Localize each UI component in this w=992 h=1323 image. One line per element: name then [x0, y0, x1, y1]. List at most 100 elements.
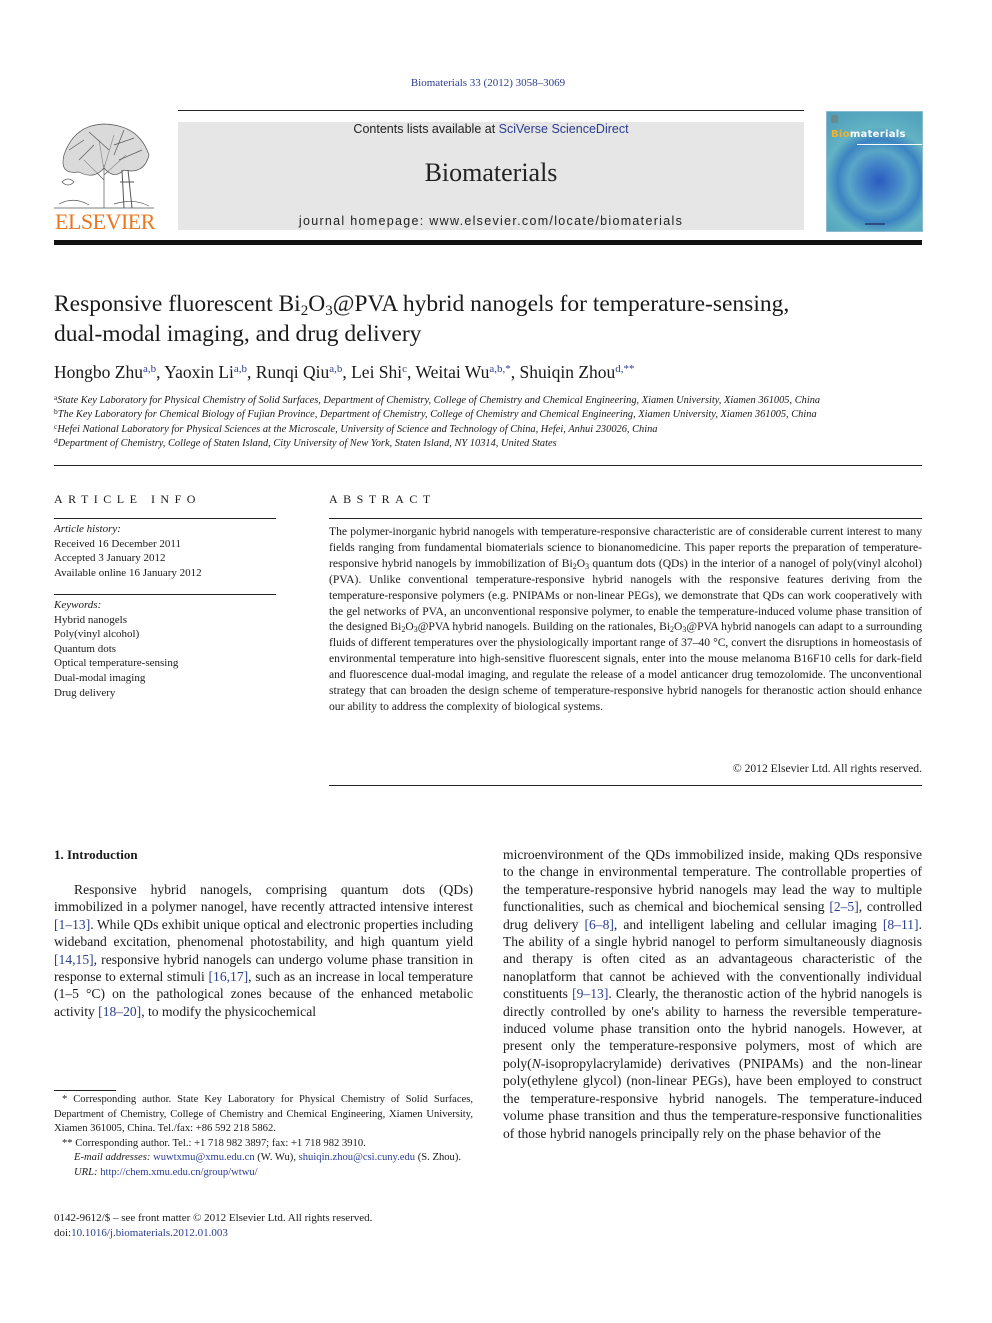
affiliation: cHefei National Laboratory for Physical …: [54, 422, 924, 437]
author: Runqi Qiua,b: [256, 362, 343, 382]
keyword: Poly(vinyl alcohol): [54, 628, 140, 641]
keyword: Drug delivery: [54, 686, 116, 699]
journal-reference[interactable]: Biomaterials 33 (2012) 3058–3069: [0, 77, 976, 89]
footnotes: * Corresponding author. State Key Labora…: [54, 1093, 473, 1181]
author: Lei Shic: [351, 362, 407, 382]
subscript: 2: [572, 561, 577, 571]
body-text-italic: N: [531, 1055, 541, 1071]
journal-homepage[interactable]: journal homepage: www.elsevier.com/locat…: [178, 214, 804, 228]
journal-masthead: Contents lists available at SciVerse Sci…: [178, 122, 804, 230]
doi-line: doi:10.1016/j.biomaterials.2012.01.003: [54, 1226, 473, 1241]
email-label: E-mail addresses:: [74, 1152, 151, 1164]
abstract-text: @PVA hybrid nanogels. Building on the ra…: [417, 620, 671, 634]
citation-link[interactable]: [6–8]: [584, 917, 613, 932]
article-info-rule: [54, 594, 276, 595]
article-history-label: Article history:: [54, 523, 121, 535]
history-item: Received 16 December 2011: [54, 537, 181, 550]
affiliation-text: State Key Laboratory for Physical Chemis…: [57, 395, 821, 406]
doi-prefix: doi:: [54, 1226, 72, 1239]
history-item: Accepted 3 January 2012: [54, 552, 166, 565]
journal-title: Biomaterials: [424, 158, 558, 187]
author-name: Yaoxin Li: [164, 362, 234, 382]
elsevier-tree-icon: [54, 123, 154, 209]
subscript: 2: [670, 625, 675, 635]
abstract-copyright: © 2012 Elsevier Ltd. All rights reserved…: [732, 762, 922, 775]
footnote-corresponding-2: ** Corresponding author. Tel.: +1 718 98…: [54, 1137, 473, 1152]
section-divider: [54, 465, 922, 466]
author: Yaoxin Lia,b: [164, 362, 247, 382]
footnote-rule: [54, 1090, 116, 1091]
affiliations: aState Key Laboratory for Physical Chemi…: [54, 394, 924, 451]
cover-title: Biomaterials: [831, 129, 906, 140]
keyword: Dual-modal imaging: [54, 671, 146, 684]
article-title: Responsive fluorescent Bi2O3@PVA hybrid …: [54, 289, 934, 349]
author-name: Runqi Qiu: [255, 362, 330, 382]
author-affiliation-mark[interactable]: a,b: [143, 363, 156, 375]
cover-rule: [857, 144, 922, 145]
author-affiliation-mark[interactable]: d,**: [615, 363, 634, 375]
footnote-mark: *: [62, 1094, 68, 1105]
footnote-text: Corresponding author. State Key Laborato…: [54, 1094, 473, 1135]
author-name: Lei Shi: [351, 362, 403, 382]
author-affiliation-mark[interactable]: a,b: [329, 363, 342, 375]
affiliation: aState Key Laboratory for Physical Chemi…: [54, 394, 924, 408]
header-top-rule: [178, 110, 804, 111]
cover-footer-mark: [865, 223, 885, 225]
url-label: URL:: [74, 1166, 98, 1178]
citation-link[interactable]: [9–13]: [572, 986, 608, 1001]
keywords: Keywords: Hybrid nanogels Poly(vinyl alc…: [54, 598, 276, 700]
citation-link[interactable]: [8–11]: [883, 917, 919, 932]
journal-cover-image: Biomaterials: [826, 111, 923, 232]
abstract-rule: [329, 785, 922, 786]
subscript: 3: [585, 561, 590, 571]
author-affiliation-mark[interactable]: a,b: [234, 363, 247, 375]
footnote-mark: **: [62, 1137, 73, 1149]
citation-link[interactable]: [18–20]: [98, 1004, 141, 1019]
front-matter: 0142-9612/$ – see front matter © 2012 El…: [54, 1211, 473, 1240]
author: Weitai Wua,b,*: [415, 362, 510, 382]
body-text: , to modify the physicochemical: [141, 1003, 317, 1019]
author-affiliation-mark[interactable]: a,b,*: [489, 363, 510, 375]
body-text: . While QDs exhibit unique optical and e…: [54, 916, 473, 950]
history-item: Available online 16 January 2012: [54, 566, 202, 579]
author: Hongbo Zhua,b: [54, 362, 156, 382]
elsevier-wordmark: ELSEVIER: [55, 209, 155, 234]
email-link[interactable]: wuwtxmu@xmu.edu.cn: [153, 1152, 255, 1163]
email-owner: (S. Zhou).: [415, 1152, 462, 1164]
keyword: Quantum dots: [54, 642, 117, 655]
author-name: Shuiqin Zhou: [519, 362, 616, 382]
cover-elsevier-icon: [831, 115, 838, 123]
contents-line: Contents lists available at SciVerse Sci…: [178, 122, 804, 136]
footnote-text: Corresponding author. Tel.: +1 718 982 3…: [75, 1137, 366, 1149]
subscript: 2: [401, 625, 406, 635]
abstract-rule: [329, 518, 922, 519]
title-text-line2: dual-modal imaging, and drug delivery: [54, 321, 422, 347]
introduction-left-column: Responsive hybrid nanogels, comprising q…: [54, 881, 473, 1020]
doi-link[interactable]: 10.1016/j.biomaterials.2012.01.003: [71, 1227, 228, 1239]
citation-link[interactable]: [2–5]: [829, 899, 858, 914]
introduction-heading: 1. Introduction: [54, 847, 138, 862]
email-owner: (W. Wu),: [254, 1152, 299, 1164]
author: Shuiqin Zhoud,**: [520, 362, 635, 382]
abstract-body: The polymer-inorganic hybrid nanogels wi…: [329, 525, 922, 713]
footnote-corresponding-1: * Corresponding author. State Key Labora…: [54, 1093, 473, 1137]
body-text: Responsive hybrid nanogels, comprising q…: [54, 882, 473, 915]
article-info-rule: [54, 518, 276, 519]
article-info-heading: ARTICLE INFO: [54, 492, 201, 506]
body-text: -isopropylacrylamide) derivatives (PNIPA…: [503, 1055, 922, 1141]
email-link[interactable]: shuiqin.zhou@csi.cuny.edu: [299, 1152, 415, 1163]
issn-line: 0142-9612/$ – see front matter © 2012 El…: [54, 1212, 373, 1224]
citation-link[interactable]: [14,15]: [54, 952, 94, 967]
url-link[interactable]: http://chem.xmu.edu.cn/group/wtwu/: [100, 1167, 257, 1178]
sciencedirect-link[interactable]: SciVerse ScienceDirect: [499, 122, 629, 136]
abstract-heading: ABSTRACT: [329, 492, 436, 506]
affiliation-text: The Key Laboratory for Chemical Biology …: [57, 409, 817, 421]
title-subscript: 3: [325, 303, 333, 319]
affiliation-text: Department of Chemistry, College of Stat…: [57, 437, 557, 449]
citation-link[interactable]: [16,17]: [209, 969, 249, 984]
affiliation: bThe Key Laboratory for Chemical Biology…: [54, 408, 924, 422]
citation-link[interactable]: [1–13]: [54, 917, 90, 932]
header-thick-rule: [54, 240, 922, 245]
body-text: , and intelligent labeling and cellular …: [613, 916, 883, 932]
author-affiliation-mark[interactable]: c: [402, 363, 407, 375]
